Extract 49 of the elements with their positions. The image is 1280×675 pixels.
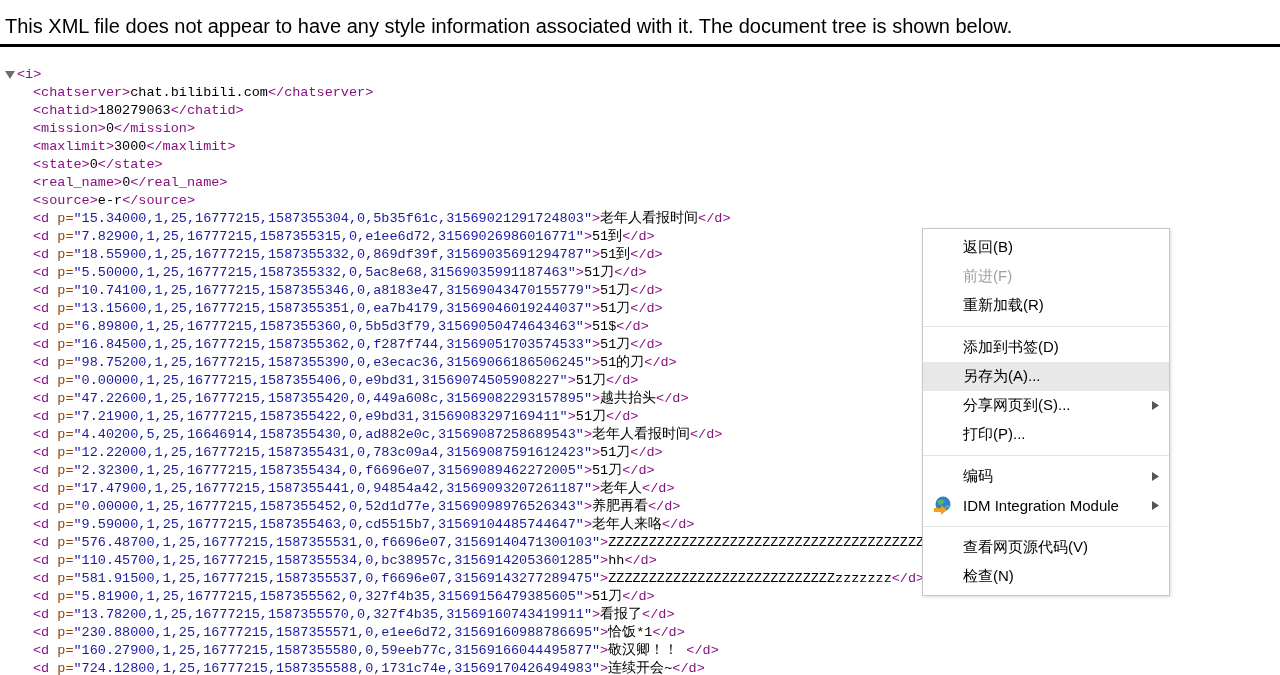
xml-line: <d p="581.91500,1,25,16777215,1587355537,0,f6696e07,31569143277289475">ZZZZZZZZZZZZZZZZZZZZZZZZZZZZzzzzzzz</d>: [33, 570, 925, 588]
menu-item[interactable]: 查看网页源代码(V): [923, 533, 1169, 562]
xml-notice: This XML file does not appear to have any style information associated with it. The document tree is shown below.: [0, 0, 1280, 47]
xml-line: <d p="2.32300,1,25,16777215,1587355434,0,f6696e07,31569089462272005">51刀</d>: [33, 462, 655, 480]
menu-item[interactable]: 返回(B): [923, 233, 1169, 262]
menu-item[interactable]: 编码: [923, 462, 1169, 491]
xml-line: <d p="10.74100,1,25,16777215,1587355346,0,a8183e47,31569043470155779">51刀</d>: [33, 282, 663, 300]
xml-line: <d p="576.48700,1,25,16777215,1587355531,0,f6696e07,31569140471300103">ZZZZZZZZZZZZZZZZZZZZZZZZZZZZZZZZZZZZZZZ: [33, 534, 925, 552]
xml-line: <d p="98.75200,1,25,16777215,1587355390,0,e3ecac36,31569066186506245">51的刀</d>: [33, 354, 677, 372]
menu-item[interactable]: 打印(P)...: [923, 420, 1169, 449]
xml-line: <d p="17.47900,1,25,16777215,1587355441,0,94854a42,31569093207261187">老年人</d>: [33, 480, 675, 498]
xml-line: <chatserver>chat.bilibili.com</chatserver>: [33, 84, 374, 102]
xml-line: <d p="5.81900,1,25,16777215,1587355562,0,327f4b35,31569156479385605">51刀</d>: [33, 588, 655, 606]
menu-item[interactable]: 分享网页到(S)...: [923, 391, 1169, 420]
xml-line: <d p="160.27900,1,25,16777215,1587355580,0,59eeb77c,31569166044495877">敬汉卿！！ </d>: [33, 642, 719, 660]
xml-line: <d p="0.00000,1,25,16777215,1587355452,0,52d1d77e,31569098976526343">养肥再看</d>: [33, 498, 681, 516]
submenu-arrow-icon: [1152, 472, 1159, 481]
menu-item[interactable]: 检查(N): [923, 562, 1169, 591]
xml-line: <d p="7.82900,1,25,16777215,1587355315,0,e1ee6d72,31569026986016771">51到</d>: [33, 228, 655, 246]
xml-line: <maxlimit>3000</maxlimit>: [33, 138, 236, 156]
xml-line: <d p="9.59000,1,25,16777215,1587355463,0,cd5515b7,31569104485744647">老年人来咯</d>: [33, 516, 695, 534]
xml-line: <source>e-r</source>: [33, 192, 196, 210]
xml-line: <d p="15.34000,1,25,16777215,1587355304,0,5b35f61c,31569021291724803">老年人看报时间</d>: [33, 210, 731, 228]
xml-line: <d p="7.21900,1,25,16777215,1587355422,0,e9bd31,31569083297169411">51刀</d>: [33, 408, 639, 426]
xml-line: <d p="110.45700,1,25,16777215,1587355534,0,bc38957c,31569142053601285">hh</d>: [33, 552, 657, 570]
xml-line: <real_name>0</real_name>: [33, 174, 228, 192]
xml-line: <d p="0.00000,1,25,16777215,1587355406,0,e9bd31,31569074505908227">51刀</d>: [33, 372, 639, 390]
submenu-arrow-icon: [1152, 401, 1159, 410]
xml-line: <state>0</state>: [33, 156, 163, 174]
xml-line: <d p="13.78200,1,25,16777215,1587355570,0,327f4b35,31569160743419911">看报了</d>: [33, 606, 675, 624]
menu-item[interactable]: 添加到书签(D): [923, 333, 1169, 362]
menu-item[interactable]: 重新加载(R): [923, 291, 1169, 320]
xml-line: <d p="47.22600,1,25,16777215,1587355420,0,449a608c,31569082293157895">越共抬头</d>: [33, 390, 689, 408]
xml-line: <d p="13.15600,1,25,16777215,1587355351,0,ea7b4179,31569046019244037">51刀</d>: [33, 300, 663, 318]
xml-line: <mission>0</mission>: [33, 120, 196, 138]
menu-item[interactable]: 另存为(A)...: [923, 362, 1169, 391]
submenu-arrow-icon: [1152, 501, 1159, 510]
xml-line: <d p="230.88000,1,25,16777215,1587355571,0,e1ee6d72,31569160988786695">恰饭*1</d>: [33, 624, 685, 642]
xml-line: <d p="4.40200,5,25,16646914,1587355430,0,ad882e0c,31569087258689543">老年人看报时间</d>: [33, 426, 723, 444]
xml-line: <d p="5.50000,1,25,16777215,1587355332,0,5ac8e68,31569035991187463">51刀</d>: [33, 264, 647, 282]
xml-line: <d p="12.22000,1,25,16777215,1587355431,0,783c09a4,31569087591612423">51刀</d>: [33, 444, 663, 462]
xml-line: <d p="16.84500,1,25,16777215,1587355362,0,f287f744,31569051703574533">51刀</d>: [33, 336, 663, 354]
xml-line: <d p="18.55900,1,25,16777215,1587355332,0,869df39f,31569035691294787">51到</d>: [33, 246, 663, 264]
xml-line: <d p="6.89800,1,25,16777215,1587355360,0,5b5d3f79,31569050474643463">51$</d>: [33, 318, 649, 336]
xml-line: <d p="724.12800,1,25,16777215,1587355588,0,1731c74e,31569170426494983">连续开会~</d>: [33, 660, 705, 675]
xml-line: <chatid>180279063</chatid>: [33, 102, 244, 120]
collapse-triangle-icon[interactable]: [5, 70, 15, 80]
menu-item[interactable]: IDM Integration Module: [923, 491, 1169, 520]
xml-tag: <i>: [17, 66, 42, 84]
